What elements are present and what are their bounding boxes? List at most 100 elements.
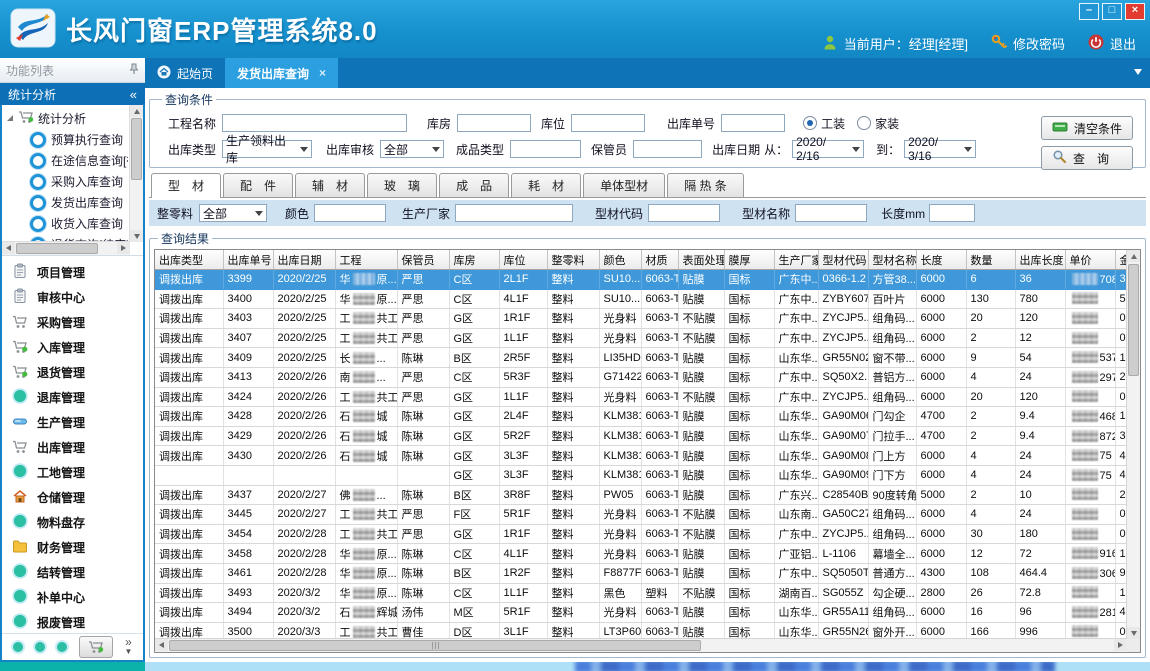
search-button[interactable]: 查 询 [1041, 146, 1133, 170]
warehouse-input[interactable] [457, 114, 531, 132]
sidebar-module[interactable]: 项目管理 [2, 260, 143, 285]
sidebar-module[interactable]: 退库管理 [2, 385, 143, 410]
table-row[interactable]: G区3L3F整料KLM38176063-T5贴膜国标山东华...GA90M09.… [155, 465, 1127, 485]
scroll-up-arrow[interactable] [130, 105, 143, 117]
tree-item[interactable]: 在途信息查询[待 [4, 150, 128, 171]
column-header[interactable]: 出库长度 [1015, 250, 1065, 270]
module-overflow-button[interactable] [79, 636, 113, 658]
sidebar-module[interactable]: 采购管理 [2, 310, 143, 335]
table-row[interactable]: 调拨出库34542020/2/28工共工程严思G区1R1F整料光身料6063-T… [155, 524, 1127, 544]
sidebar-module[interactable]: 审核中心 [2, 285, 143, 310]
scroll-left-arrow[interactable] [2, 242, 15, 254]
tab-close-icon[interactable]: × [319, 66, 326, 80]
column-header[interactable]: 型材名称 [868, 250, 916, 270]
tab-home[interactable]: 起始页 [145, 58, 225, 88]
more-buttons-chevron[interactable]: »▼ [125, 638, 133, 656]
audit-select[interactable]: 全部 [380, 140, 444, 158]
scrollbar-thumb[interactable] [131, 118, 142, 180]
tab-outbound-query[interactable]: 发货出库查询 × [225, 58, 338, 88]
material-tab[interactable]: 玻 璃 [367, 173, 437, 197]
column-header[interactable]: 单价 [1065, 250, 1115, 270]
material-tab[interactable]: 耗 材 [511, 173, 581, 197]
material-tab[interactable]: 隔 热 条 [667, 173, 744, 197]
column-header[interactable]: 出库日期 [273, 250, 335, 270]
sidebar-module[interactable]: 报废管理 [2, 610, 143, 633]
table-row[interactable]: 调拨出库34242020/2/26工共工程严思G区1L1F整料光身料6063-T… [155, 387, 1127, 407]
material-tab[interactable]: 辅 材 [295, 173, 365, 197]
sidebar-module[interactable]: 生产管理 [2, 410, 143, 435]
module-dot-icon[interactable] [35, 642, 45, 652]
column-header[interactable]: 材质 [641, 250, 678, 270]
order-no-input[interactable] [721, 114, 785, 132]
table-row[interactable]: 调拨出库34932020/3/2华原...陈琳C区1L1F整料黑色塑料不贴膜国标… [155, 583, 1127, 603]
column-header[interactable]: 生产厂家 [774, 250, 818, 270]
column-header[interactable]: 库房 [449, 250, 499, 270]
scroll-down-arrow[interactable] [130, 230, 143, 242]
table-row[interactable]: 调拨出库34452020/2/27工共工程严思F区5R1F整料光身料6063-T… [155, 505, 1127, 525]
scroll-up-arrow[interactable] [1127, 250, 1140, 262]
tree-item[interactable]: 采购入库查询 [4, 171, 128, 192]
table-row[interactable]: 调拨出库33992020/2/25华原...严思C区2L1F整料SU10...6… [155, 270, 1127, 290]
tree-item[interactable]: 发货出库查询 [4, 192, 128, 213]
column-header[interactable]: 膜厚 [724, 250, 774, 270]
maximize-button[interactable]: □ [1102, 3, 1122, 20]
pin-icon[interactable] [129, 63, 139, 78]
sidebar-module[interactable]: 补单中心 [2, 585, 143, 610]
table-row[interactable]: 调拨出库34032020/2/25工共工程严思G区1R1F整料光身料6063-T… [155, 309, 1127, 329]
close-button[interactable]: × [1125, 3, 1145, 20]
tab-overflow-chevron-icon[interactable] [1134, 69, 1142, 75]
tree-horizontal-scrollbar[interactable] [2, 241, 130, 255]
column-header[interactable]: 长度 [916, 250, 966, 270]
work-clothing-radio[interactable]: 工装 [803, 115, 845, 132]
table-row[interactable]: 调拨出库34292020/2/26石城陈琳G区5R2F整料KLM38176063… [155, 426, 1127, 446]
column-header[interactable]: 型材代码 [818, 250, 868, 270]
table-row[interactable]: 调拨出库34072020/2/25工共工程严思G区1L1F整料光身料6063-T… [155, 328, 1127, 348]
table-row[interactable]: 调拨出库34302020/2/26石城陈琳G区3L3F整料KLM38176063… [155, 446, 1127, 466]
scrollbar-thumb[interactable] [1128, 264, 1139, 376]
material-tab[interactable]: 单体型材 [583, 173, 665, 197]
sidebar-module[interactable]: 出库管理 [2, 435, 143, 460]
scroll-left-arrow[interactable] [155, 639, 168, 651]
project-name-input[interactable] [222, 114, 407, 132]
tree-root[interactable]: 统计分析 [4, 107, 128, 129]
material-tab[interactable]: 配 件 [223, 173, 293, 197]
material-tab[interactable]: 成 品 [439, 173, 509, 197]
scrollbar-thumb[interactable] [169, 640, 701, 651]
out-type-select[interactable]: 生产领料出库 [222, 140, 312, 158]
column-header[interactable]: 工程 [335, 250, 397, 270]
table-row[interactable]: 调拨出库34942020/3/2石辉城汤伟M区5R1F整料光身料6063-T5贴… [155, 603, 1127, 623]
table-row[interactable]: 调拨出库35002020/3/3工共工程曹佳D区3L1F整料LT3P606063… [155, 622, 1127, 639]
column-header[interactable]: 整零料 [547, 250, 599, 270]
clear-conditions-button[interactable]: 清空条件 [1041, 116, 1133, 140]
profile-code-input[interactable] [648, 204, 720, 222]
sidebar-module[interactable]: 财务管理 [2, 535, 143, 560]
column-header[interactable]: 保管员 [397, 250, 449, 270]
tree-expander-icon[interactable] [7, 115, 13, 121]
table-row[interactable]: 调拨出库34132020/2/26南...严思C区5R3F整料G71422606… [155, 367, 1127, 387]
column-header[interactable]: 数量 [966, 250, 1015, 270]
product-type-input[interactable] [510, 140, 581, 158]
sidebar-module[interactable]: 退货管理 [2, 360, 143, 385]
change-password-button[interactable]: 修改密码 [990, 33, 1065, 54]
length-input[interactable] [929, 204, 975, 222]
column-header[interactable]: 颜色 [599, 250, 641, 270]
grid-horizontal-scrollbar[interactable] [155, 638, 1127, 652]
minimize-button[interactable]: – [1079, 3, 1099, 20]
keeper-input[interactable] [633, 140, 702, 158]
scroll-right-arrow[interactable] [117, 242, 130, 254]
table-row[interactable]: 调拨出库34002020/2/25华原...严思C区4L1F整料SU10...6… [155, 289, 1127, 309]
sidebar-module[interactable]: 物料盘存 [2, 510, 143, 535]
scroll-right-arrow[interactable] [1114, 639, 1127, 651]
module-dot-icon[interactable] [13, 642, 23, 652]
sidebar-module[interactable]: 结转管理 [2, 560, 143, 585]
sidebar-module[interactable]: 仓储管理 [2, 485, 143, 510]
profile-name-input[interactable] [795, 204, 867, 222]
table-row[interactable]: 调拨出库34092020/2/25长...陈琳B区2R5F整料LI35HD606… [155, 348, 1127, 368]
home-decoration-radio[interactable]: 家装 [857, 115, 899, 132]
sidebar-module[interactable]: 工地管理 [2, 460, 143, 485]
column-header[interactable]: 表面处理 [678, 250, 724, 270]
tree-vertical-scrollbar[interactable] [129, 105, 143, 242]
table-row[interactable]: 调拨出库34282020/2/26石城陈琳G区2L4F整料KLM38176063… [155, 407, 1127, 427]
tree-item[interactable]: 预算执行查询 [4, 129, 128, 150]
column-header[interactable]: 出库类型 [155, 250, 223, 270]
